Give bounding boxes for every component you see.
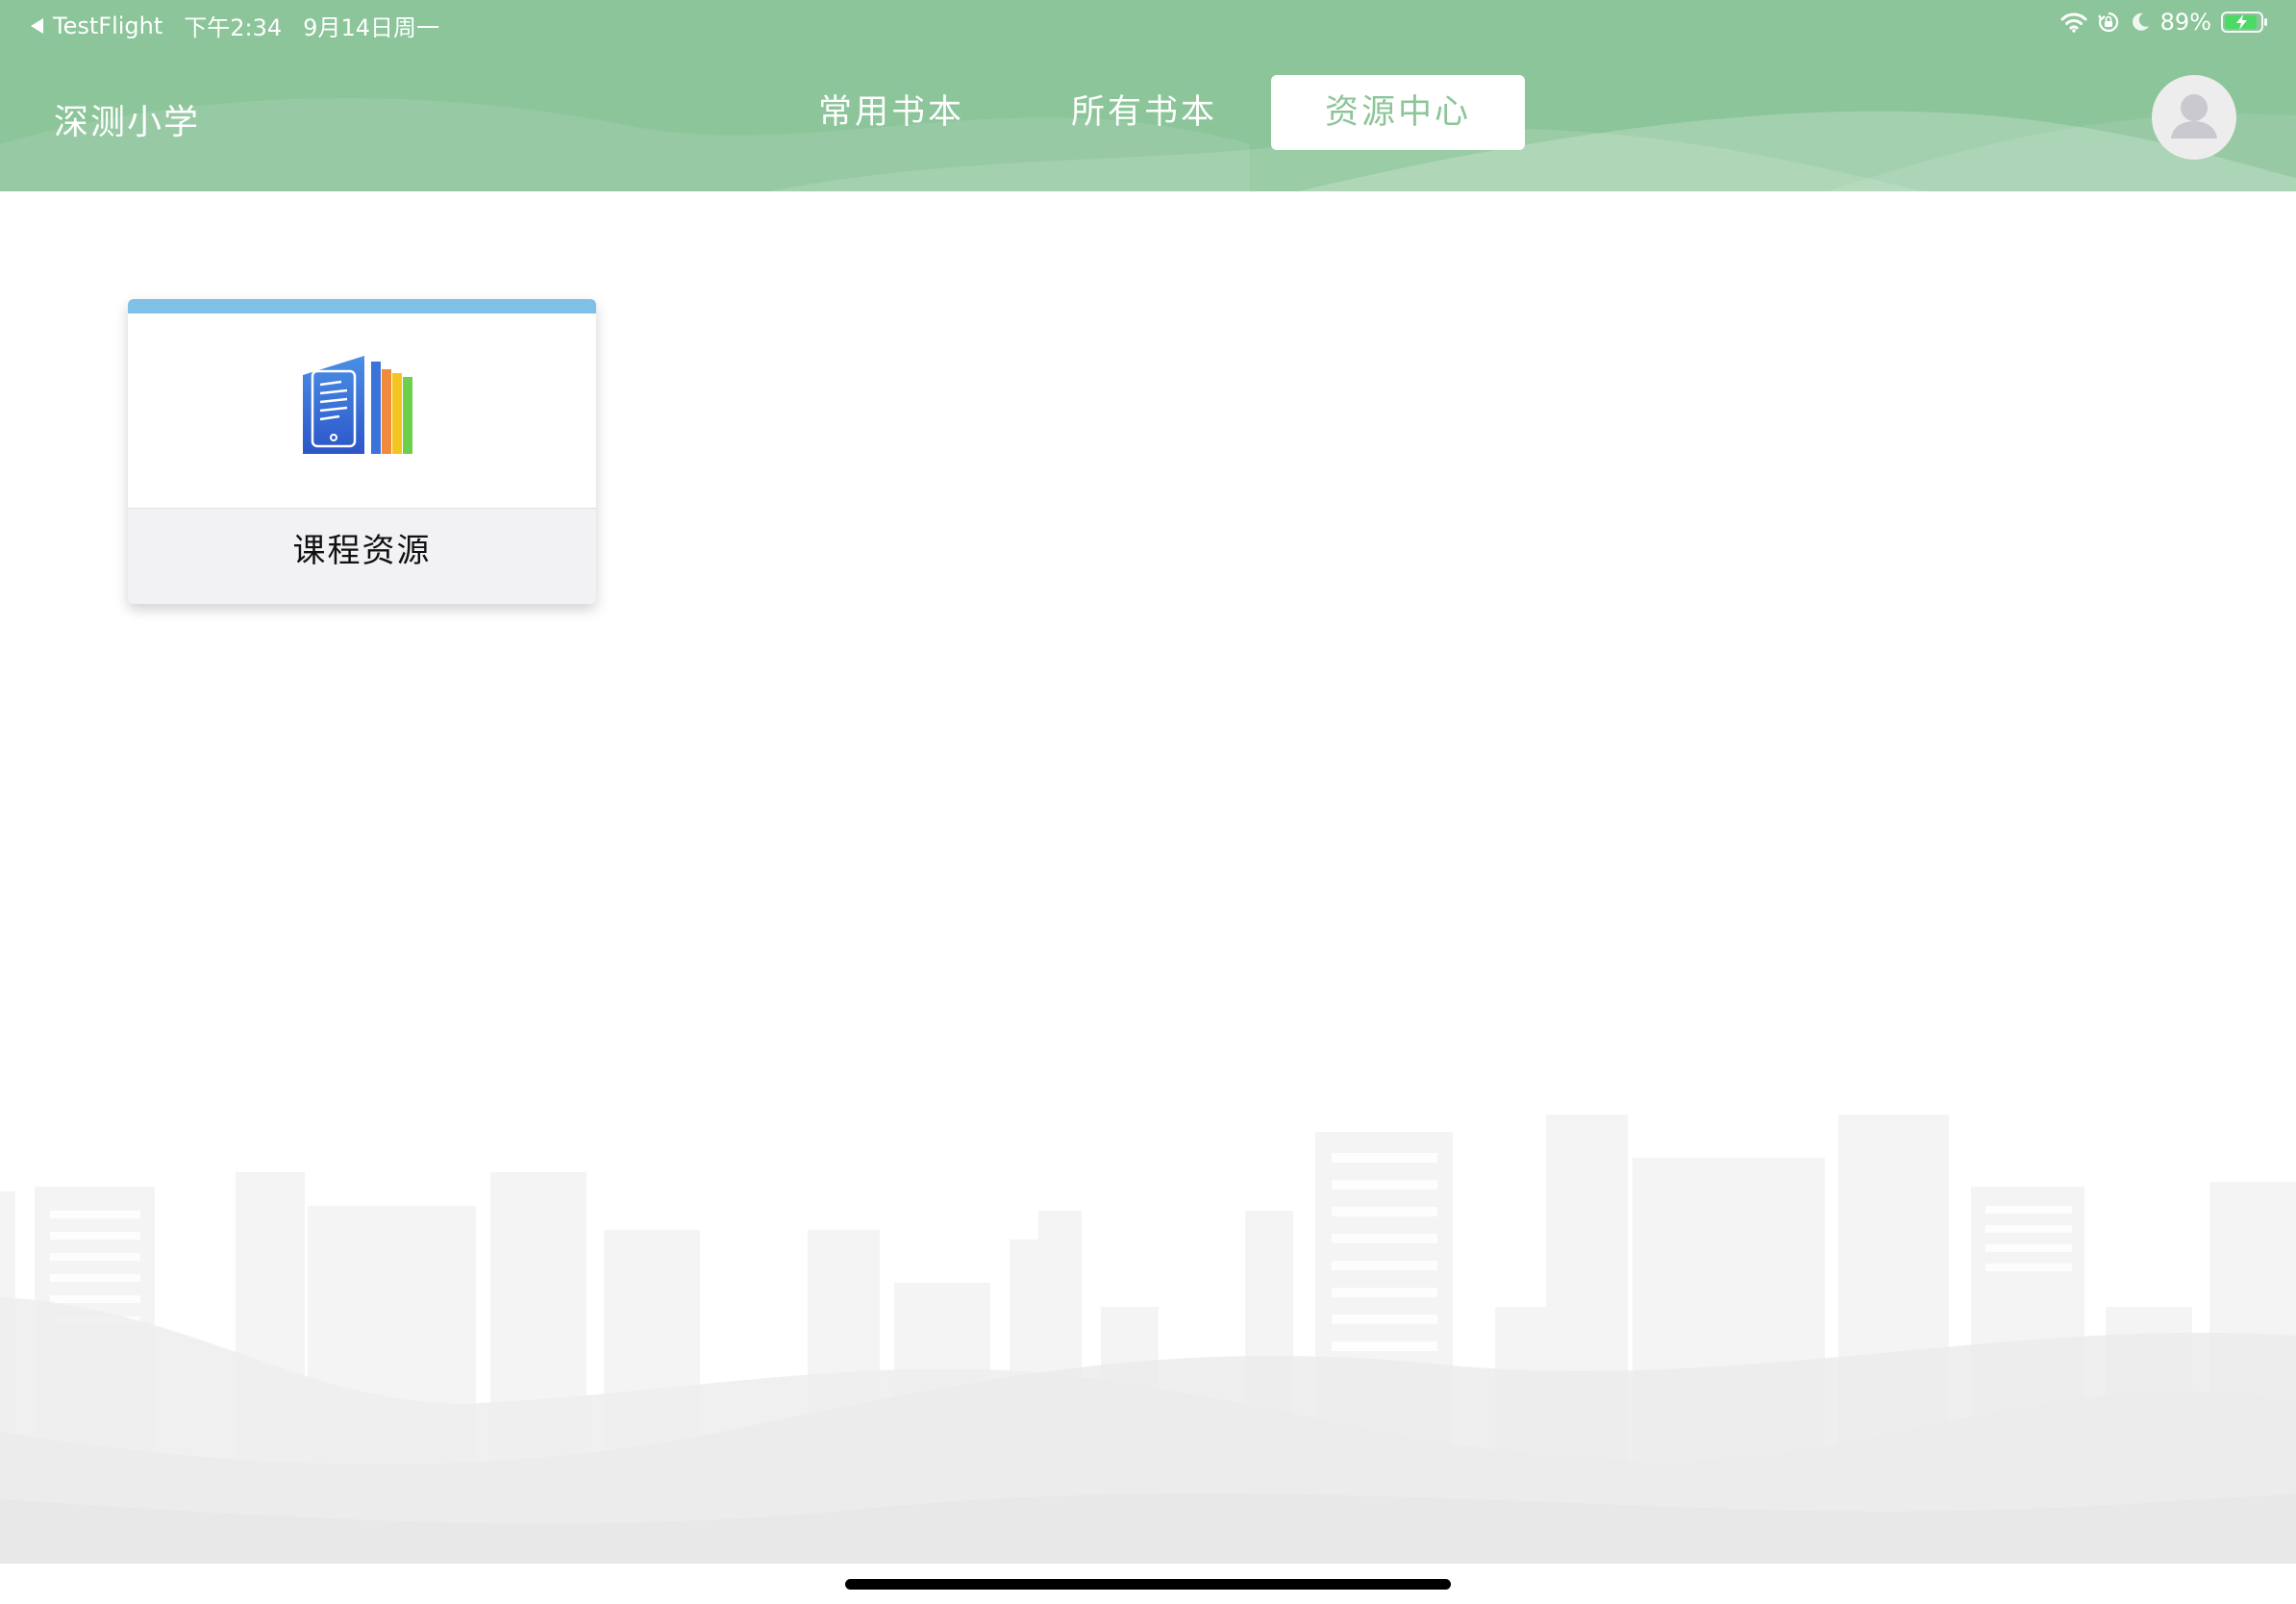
back-app-label[interactable]: TestFlight <box>53 13 162 39</box>
main-content: 课程资源 <box>0 191 2296 1564</box>
city-skyline-background <box>0 1115 2296 1564</box>
orientation-lock-icon <box>2097 12 2118 33</box>
user-avatar-icon <box>2171 94 2217 138</box>
status-left: TestFlight 下午2:34 9月14日周一 <box>31 9 439 42</box>
card-title: 课程资源 <box>128 508 596 604</box>
battery-charging-icon <box>2221 12 2267 33</box>
course-resources-card[interactable]: 课程资源 <box>128 299 596 604</box>
card-accent-bar <box>128 299 596 313</box>
tab-resource-center[interactable]: 资源中心 <box>1271 75 1525 150</box>
status-date: 9月14日周一 <box>303 14 439 41</box>
tab-all-books[interactable]: 所有书本 <box>1017 75 1271 150</box>
moon-icon <box>2132 13 2149 31</box>
wifi-icon <box>2060 13 2087 33</box>
back-arrow-icon[interactable] <box>31 17 43 34</box>
status-bar: TestFlight 下午2:34 9月14日周一 89% <box>0 0 2296 44</box>
status-time: 下午2:34 <box>184 14 283 41</box>
user-avatar[interactable] <box>2152 75 2236 160</box>
top-header: TestFlight 下午2:34 9月14日周一 89% 深测小学 常用书本 … <box>0 0 2296 191</box>
tab-common-books[interactable]: 常用书本 <box>764 75 1018 150</box>
battery-percent: 89% <box>2159 9 2211 36</box>
course-resources-books-icon <box>303 356 412 454</box>
card-image <box>128 313 596 508</box>
home-indicator-area <box>0 1564 2296 1604</box>
status-right: 89% <box>2060 9 2269 36</box>
school-name: 深测小学 <box>54 103 201 142</box>
home-indicator[interactable] <box>845 1579 1451 1590</box>
